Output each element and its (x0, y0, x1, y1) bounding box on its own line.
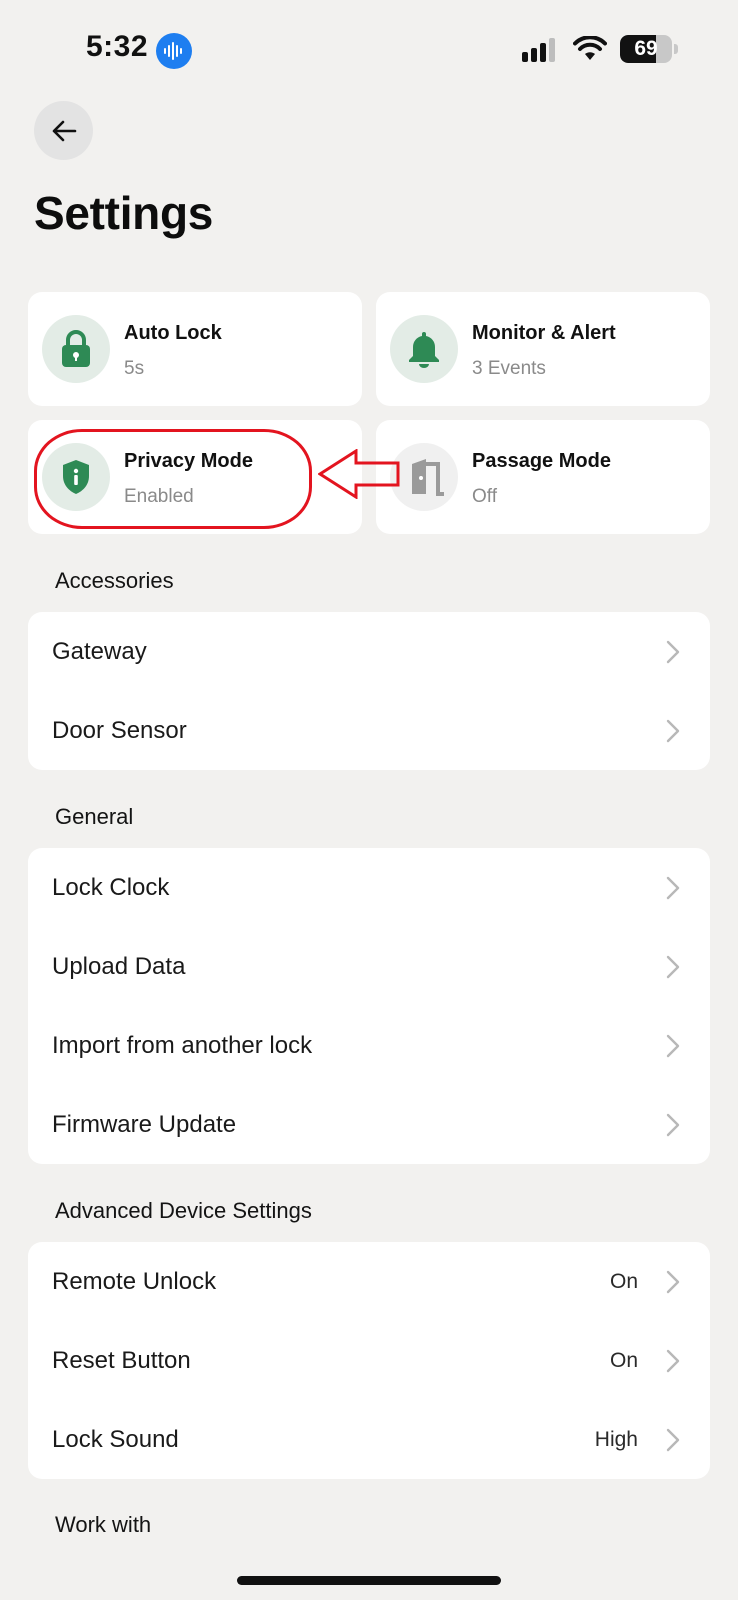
status-time: 5:32 (86, 30, 149, 63)
section-label-advanced: Advanced Device Settings (55, 1198, 312, 1223)
row-label: Import from another lock (52, 1031, 313, 1059)
battery-indicator: 69 (620, 35, 672, 63)
battery-cap (674, 44, 678, 54)
row-value: High (594, 1427, 638, 1451)
row-value: On (609, 1348, 638, 1372)
voice-memo-icon (156, 33, 192, 69)
tile-subtitle: 3 Events (472, 358, 546, 379)
row-label: Lock Sound (52, 1425, 179, 1453)
page-title: Settings (34, 187, 214, 239)
row-firmware-update[interactable]: Firmware Update (28, 1085, 710, 1164)
door-icon (404, 459, 444, 496)
row-reset-button[interactable]: Reset Button On (28, 1321, 710, 1400)
tile-subtitle: 5s (124, 358, 145, 379)
tile-icon-circle (42, 443, 110, 511)
chevron-right-icon (666, 1428, 680, 1451)
tile-title: Auto Lock (124, 322, 222, 344)
tile-title: Monitor & Alert (472, 322, 616, 344)
row-value: On (609, 1269, 638, 1293)
advanced-card: Remote Unlock On Reset Button On Lock So… (28, 1242, 710, 1479)
tile-title: Privacy Mode (124, 450, 253, 472)
battery-percent: 69 (634, 37, 658, 60)
chevron-right-icon (666, 719, 680, 742)
tile-icon-circle (390, 315, 458, 383)
chevron-right-icon (666, 640, 680, 663)
tile-monitor-alert[interactable]: Monitor & Alert 3 Events (376, 292, 710, 406)
general-card: Lock Clock Upload Data Import from anoth… (28, 848, 710, 1164)
row-label: Upload Data (52, 952, 186, 980)
annotation-arrow-icon (318, 449, 400, 499)
cellular-signal-icon (522, 38, 555, 62)
tile-subtitle: Enabled (124, 486, 194, 507)
tile-privacy-mode[interactable]: Privacy Mode Enabled (28, 420, 362, 534)
arrow-left-icon (52, 120, 76, 141)
accessories-card: Gateway Door Sensor (28, 612, 710, 770)
row-label: Lock Clock (52, 873, 170, 901)
row-label: Remote Unlock (52, 1267, 217, 1295)
chevron-right-icon (666, 1113, 680, 1136)
chevron-right-icon (666, 1349, 680, 1372)
tile-icon-circle (42, 315, 110, 383)
tile-passage-mode[interactable]: Passage Mode Off (376, 420, 710, 534)
section-label-work-with: Work with (55, 1512, 152, 1537)
row-label: Firmware Update (52, 1110, 237, 1138)
back-button[interactable] (34, 101, 93, 160)
chevron-right-icon (666, 955, 680, 978)
wifi-icon (573, 36, 607, 60)
section-label-accessories: Accessories (55, 568, 174, 593)
row-lock-sound[interactable]: Lock Sound High (28, 1400, 710, 1479)
tile-subtitle: Off (472, 486, 497, 507)
row-gateway[interactable]: Gateway (28, 612, 710, 691)
status-bar: 5:32 69 (0, 0, 738, 100)
row-remote-unlock[interactable]: Remote Unlock On (28, 1242, 710, 1321)
row-label: Gateway (52, 637, 147, 665)
row-door-sensor[interactable]: Door Sensor (28, 691, 710, 770)
lock-icon (62, 330, 90, 367)
chevron-right-icon (666, 1270, 680, 1293)
row-label: Door Sensor (52, 716, 187, 744)
row-lock-clock[interactable]: Lock Clock (28, 848, 710, 927)
shield-info-icon (63, 460, 89, 494)
tile-auto-lock[interactable]: Auto Lock 5s (28, 292, 362, 406)
bell-icon (409, 332, 439, 368)
row-import-lock[interactable]: Import from another lock (28, 1006, 710, 1085)
row-label: Reset Button (52, 1346, 191, 1374)
row-upload-data[interactable]: Upload Data (28, 927, 710, 1006)
home-indicator[interactable] (237, 1576, 501, 1585)
section-label-general: General (55, 804, 134, 829)
chevron-right-icon (666, 876, 680, 899)
tile-title: Passage Mode (472, 450, 611, 472)
chevron-right-icon (666, 1034, 680, 1057)
